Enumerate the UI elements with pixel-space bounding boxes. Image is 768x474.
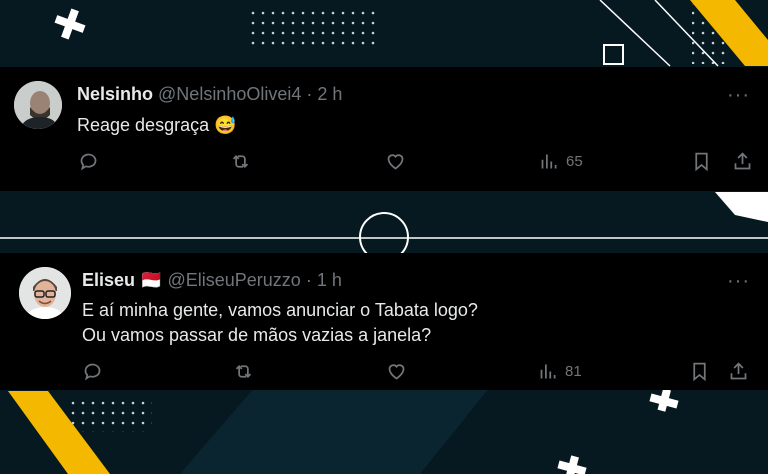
reply-icon [80,153,97,171]
retweet-button[interactable] [230,151,251,172]
more-options-icon[interactable]: ··· [727,84,750,107]
reply-button[interactable] [82,361,103,382]
like-button[interactable] [385,151,406,172]
tweet-text: Reage desgraça 😅 [77,113,237,138]
separator: · [305,270,312,290]
bookmark-button[interactable] [689,361,710,382]
dot-grid-bottom [70,396,152,432]
share-button[interactable] [728,361,749,382]
bookmark-icon [695,152,708,172]
timestamp[interactable]: 1 h [317,270,342,290]
tweet-header: Eliseu 🇲🇨 @EliseuPeruzzo · 1 h [82,270,342,291]
display-name[interactable]: Eliseu [82,270,135,290]
retweet-icon [232,155,249,168]
views-button[interactable]: 65 [539,151,583,172]
flag-icon: 🇲🇨 [140,270,163,290]
tweet-card[interactable]: Eliseu 🇲🇨 @EliseuPeruzzo · 1 h ··· E aí … [0,253,768,390]
dot-grid-top [250,8,380,50]
avatar[interactable] [19,267,71,319]
reply-button[interactable] [78,151,99,172]
tweet-header: Nelsinho @NelsinhoOlivei4 · 2 h [77,84,342,105]
action-bar: 81 [0,361,768,391]
reply-icon [84,363,101,381]
more-options-icon[interactable]: ··· [727,270,750,293]
timestamp[interactable]: 2 h [317,84,342,104]
share-icon [734,152,751,170]
bookmark-icon [693,362,706,382]
like-icon [387,154,404,170]
emoji: 😅 [214,115,237,135]
like-icon [388,364,405,380]
display-name[interactable]: Nelsinho [77,84,153,104]
retweet-button[interactable] [233,361,254,382]
retweet-icon [235,365,252,378]
avatar[interactable] [14,81,62,129]
like-button[interactable] [386,361,407,382]
tweet-text-line: Ou vamos passar de mãos vazias a janela? [82,325,432,345]
views-button[interactable]: 81 [538,361,582,382]
views-icon [541,154,557,169]
views-count: 65 [566,153,583,170]
separator: · [306,84,313,104]
tweet-text-line: E aí minha gente, vamos anunciar o Tabat… [82,300,478,320]
views-icon [540,364,556,379]
action-bar: 65 [0,151,768,181]
handle[interactable]: @NelsinhoOlivei4 [158,84,301,104]
views-count: 81 [565,363,582,380]
share-button[interactable] [732,151,753,172]
share-icon [730,362,747,380]
tweet-text-content: Reage desgraça [77,115,210,135]
handle[interactable]: @EliseuPeruzzo [167,270,300,290]
bookmark-button[interactable] [691,151,712,172]
tweet-text: E aí minha gente, vamos anunciar o Tabat… [82,298,478,348]
tweet-card[interactable]: Nelsinho @NelsinhoOlivei4 · 2 h ··· Reag… [0,67,768,191]
